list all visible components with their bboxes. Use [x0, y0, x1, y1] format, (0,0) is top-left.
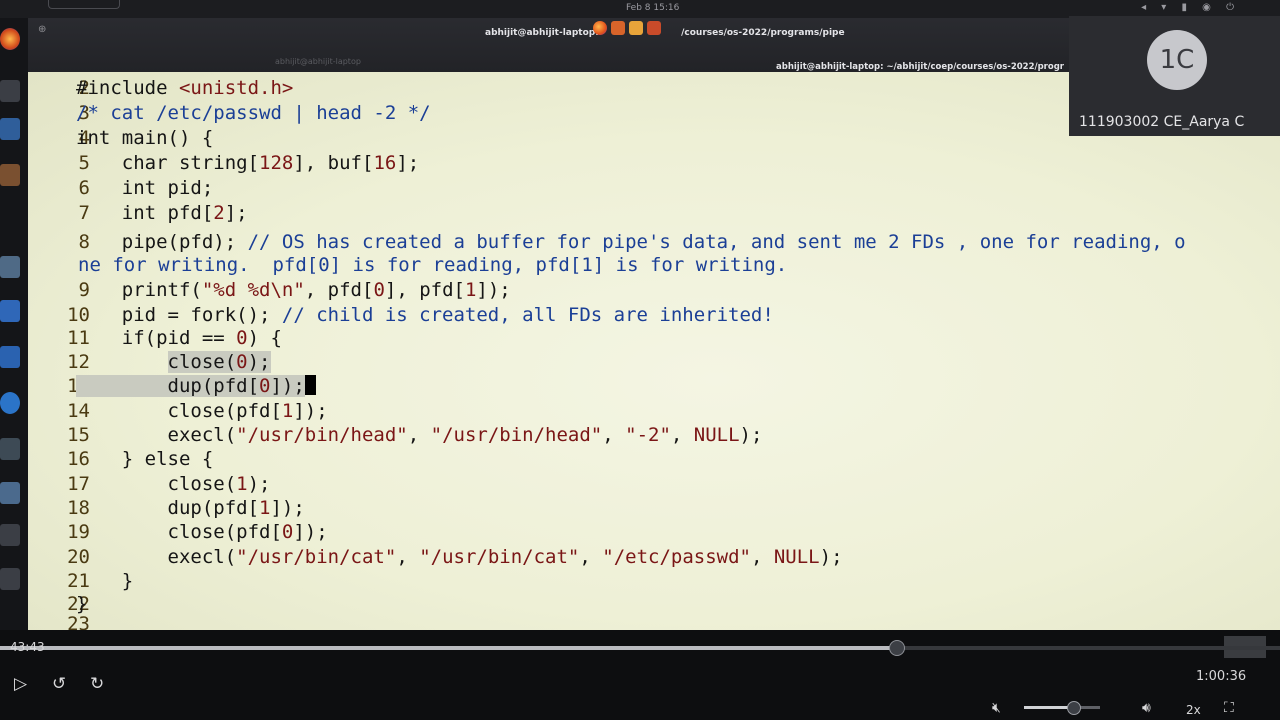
terminal-title-user: abhijit@abhijit-laptop:	[485, 28, 599, 38]
search-icon[interactable]	[0, 256, 20, 278]
code-text: pipe(pfd); // OS has created a buffer fo…	[76, 231, 1186, 253]
play-icon[interactable]: ▷	[14, 674, 27, 694]
apps-grid-icon[interactable]	[0, 568, 20, 590]
code-line: 23	[28, 612, 1268, 630]
code-line: 15 execl("/usr/bin/head", "/usr/bin/head…	[28, 423, 1268, 447]
playback-speed[interactable]: 2x	[1186, 703, 1201, 717]
firefox-icon[interactable]	[593, 21, 607, 35]
code-text: } else {	[76, 448, 214, 470]
code-line: 20 execl("/usr/bin/cat", "/usr/bin/cat",…	[28, 545, 1268, 569]
code-line: 16 } else {	[28, 447, 1268, 471]
total-time: 1:00:36	[1196, 669, 1247, 684]
code-text: /* cat /etc/passwd | head -2 */	[76, 102, 431, 124]
terminal-window-title: abhijit@abhijit-laptop: /courses/os-2022…	[485, 28, 845, 38]
workspace-indicator	[48, 0, 120, 9]
code-text: if(pid == 0) {	[76, 327, 282, 349]
code-text: }	[76, 570, 134, 592]
code-text: pid = fork(); // child is created, all F…	[76, 304, 774, 326]
archive-icon[interactable]	[0, 164, 20, 186]
code-line: 12 close(0);	[28, 350, 1268, 374]
elapsed-time: 43:43	[10, 640, 45, 654]
app-icon[interactable]	[629, 21, 643, 35]
code-line: 21 }	[28, 569, 1268, 593]
code-line: 17 close(1);	[28, 472, 1268, 496]
code-line: 13 dup(pfd[0]);	[28, 374, 1268, 398]
code-line: 11 if(pid == 0) {	[28, 326, 1268, 350]
running-app-icons	[593, 18, 661, 38]
wrapped-line-continuation: ne for writing. pfd[0] is for reading, p…	[78, 254, 788, 276]
volume-level	[1024, 706, 1074, 709]
code-line: 5 char string[128], buf[16];	[28, 151, 1268, 175]
firefox-icon[interactable]	[0, 28, 20, 50]
seek-bar-progress	[0, 646, 896, 650]
system-tray[interactable]: ◂ ▾ ▮ ◉ ⏻	[1141, 2, 1240, 13]
terminal-subtitle: abhijit@abhijit-laptop: ~/abhijit/coep/c…	[776, 62, 1064, 72]
code-line: 7 int pfd[2];	[28, 201, 1268, 225]
participant-name: 111903002 CE_Aarya C	[1079, 114, 1245, 130]
code-line: 6 int pid;	[28, 176, 1268, 200]
code-text: int pfd[2];	[76, 202, 248, 224]
code-text: int pid;	[76, 177, 214, 199]
volume-icon[interactable]: 🔊︎	[1142, 700, 1151, 716]
volume-handle[interactable]	[1067, 701, 1082, 715]
code-line: 10 pid = fork(); // child is created, al…	[28, 303, 1268, 327]
code-text: close(pfd[0]);	[76, 521, 328, 543]
menu-icon[interactable]: ⊕	[38, 24, 46, 35]
code-text: printf("%d %d\n", pfd[0], pfd[1]);	[76, 279, 511, 301]
code-line: 9 printf("%d %d\n", pfd[0], pfd[1]);	[28, 278, 1268, 302]
video-player-controls: 43:43 1:00:36 ▷ ↺ ↻ 🔇︎ 🔊︎ 2x ⛶	[0, 630, 1280, 720]
code-text: close(0);	[167, 351, 271, 373]
code-line: 8 pipe(pfd); // OS has created a buffer …	[28, 230, 1268, 254]
system-clock: Feb 8 15:16	[626, 3, 680, 13]
app-dock	[0, 18, 28, 638]
code-line: 14 close(pfd[1]);	[28, 399, 1268, 423]
code-text: execl("/usr/bin/head", "/usr/bin/head", …	[76, 424, 763, 446]
code-editor[interactable]: ne for writing. pfd[0] is for reading, p…	[28, 72, 1280, 630]
fullscreen-icon[interactable]: ⛶	[1224, 700, 1234, 716]
app-icon[interactable]	[611, 21, 625, 35]
participant-video-tile[interactable]: 1C 111903002 CE_Aarya C	[1069, 16, 1280, 136]
app-icon[interactable]	[0, 392, 20, 414]
text-editor-icon[interactable]	[0, 300, 20, 322]
code-text: close(1);	[76, 473, 271, 495]
code-text: dup(pfd[1]);	[76, 497, 305, 519]
code-text: int main() {	[76, 127, 214, 149]
seek-handle[interactable]	[889, 640, 905, 656]
rewind-icon[interactable]: ↺	[52, 674, 66, 694]
code-line: 19 close(pfd[0]);	[28, 520, 1268, 544]
code-text: #include <unistd.h>	[76, 77, 294, 99]
files-icon[interactable]	[0, 80, 20, 102]
writer-icon[interactable]	[0, 118, 20, 140]
document-icon[interactable]	[0, 438, 20, 460]
terminal-title-path: /courses/os-2022/programs/pipe	[681, 28, 845, 38]
mute-icon[interactable]: 🔇︎	[992, 700, 1001, 716]
system-monitor-icon[interactable]	[0, 346, 20, 368]
code-text: execl("/usr/bin/cat", "/usr/bin/cat", "/…	[76, 546, 843, 568]
line-number: 23	[67, 613, 90, 630]
code-text: dup(pfd[0]);	[76, 374, 316, 398]
forward-icon[interactable]: ↻	[90, 674, 104, 694]
avatar: 1C	[1147, 30, 1207, 90]
trash-icon[interactable]	[0, 524, 20, 546]
settings-icon[interactable]	[0, 482, 20, 504]
code-text: char string[128], buf[16];	[76, 152, 420, 174]
app-icon[interactable]	[647, 21, 661, 35]
code-line: 18 dup(pfd[1]);	[28, 496, 1268, 520]
terminal-tab-label[interactable]: abhijit@abhijit-laptop	[275, 57, 361, 66]
code-text: close(pfd[1]);	[76, 400, 328, 422]
